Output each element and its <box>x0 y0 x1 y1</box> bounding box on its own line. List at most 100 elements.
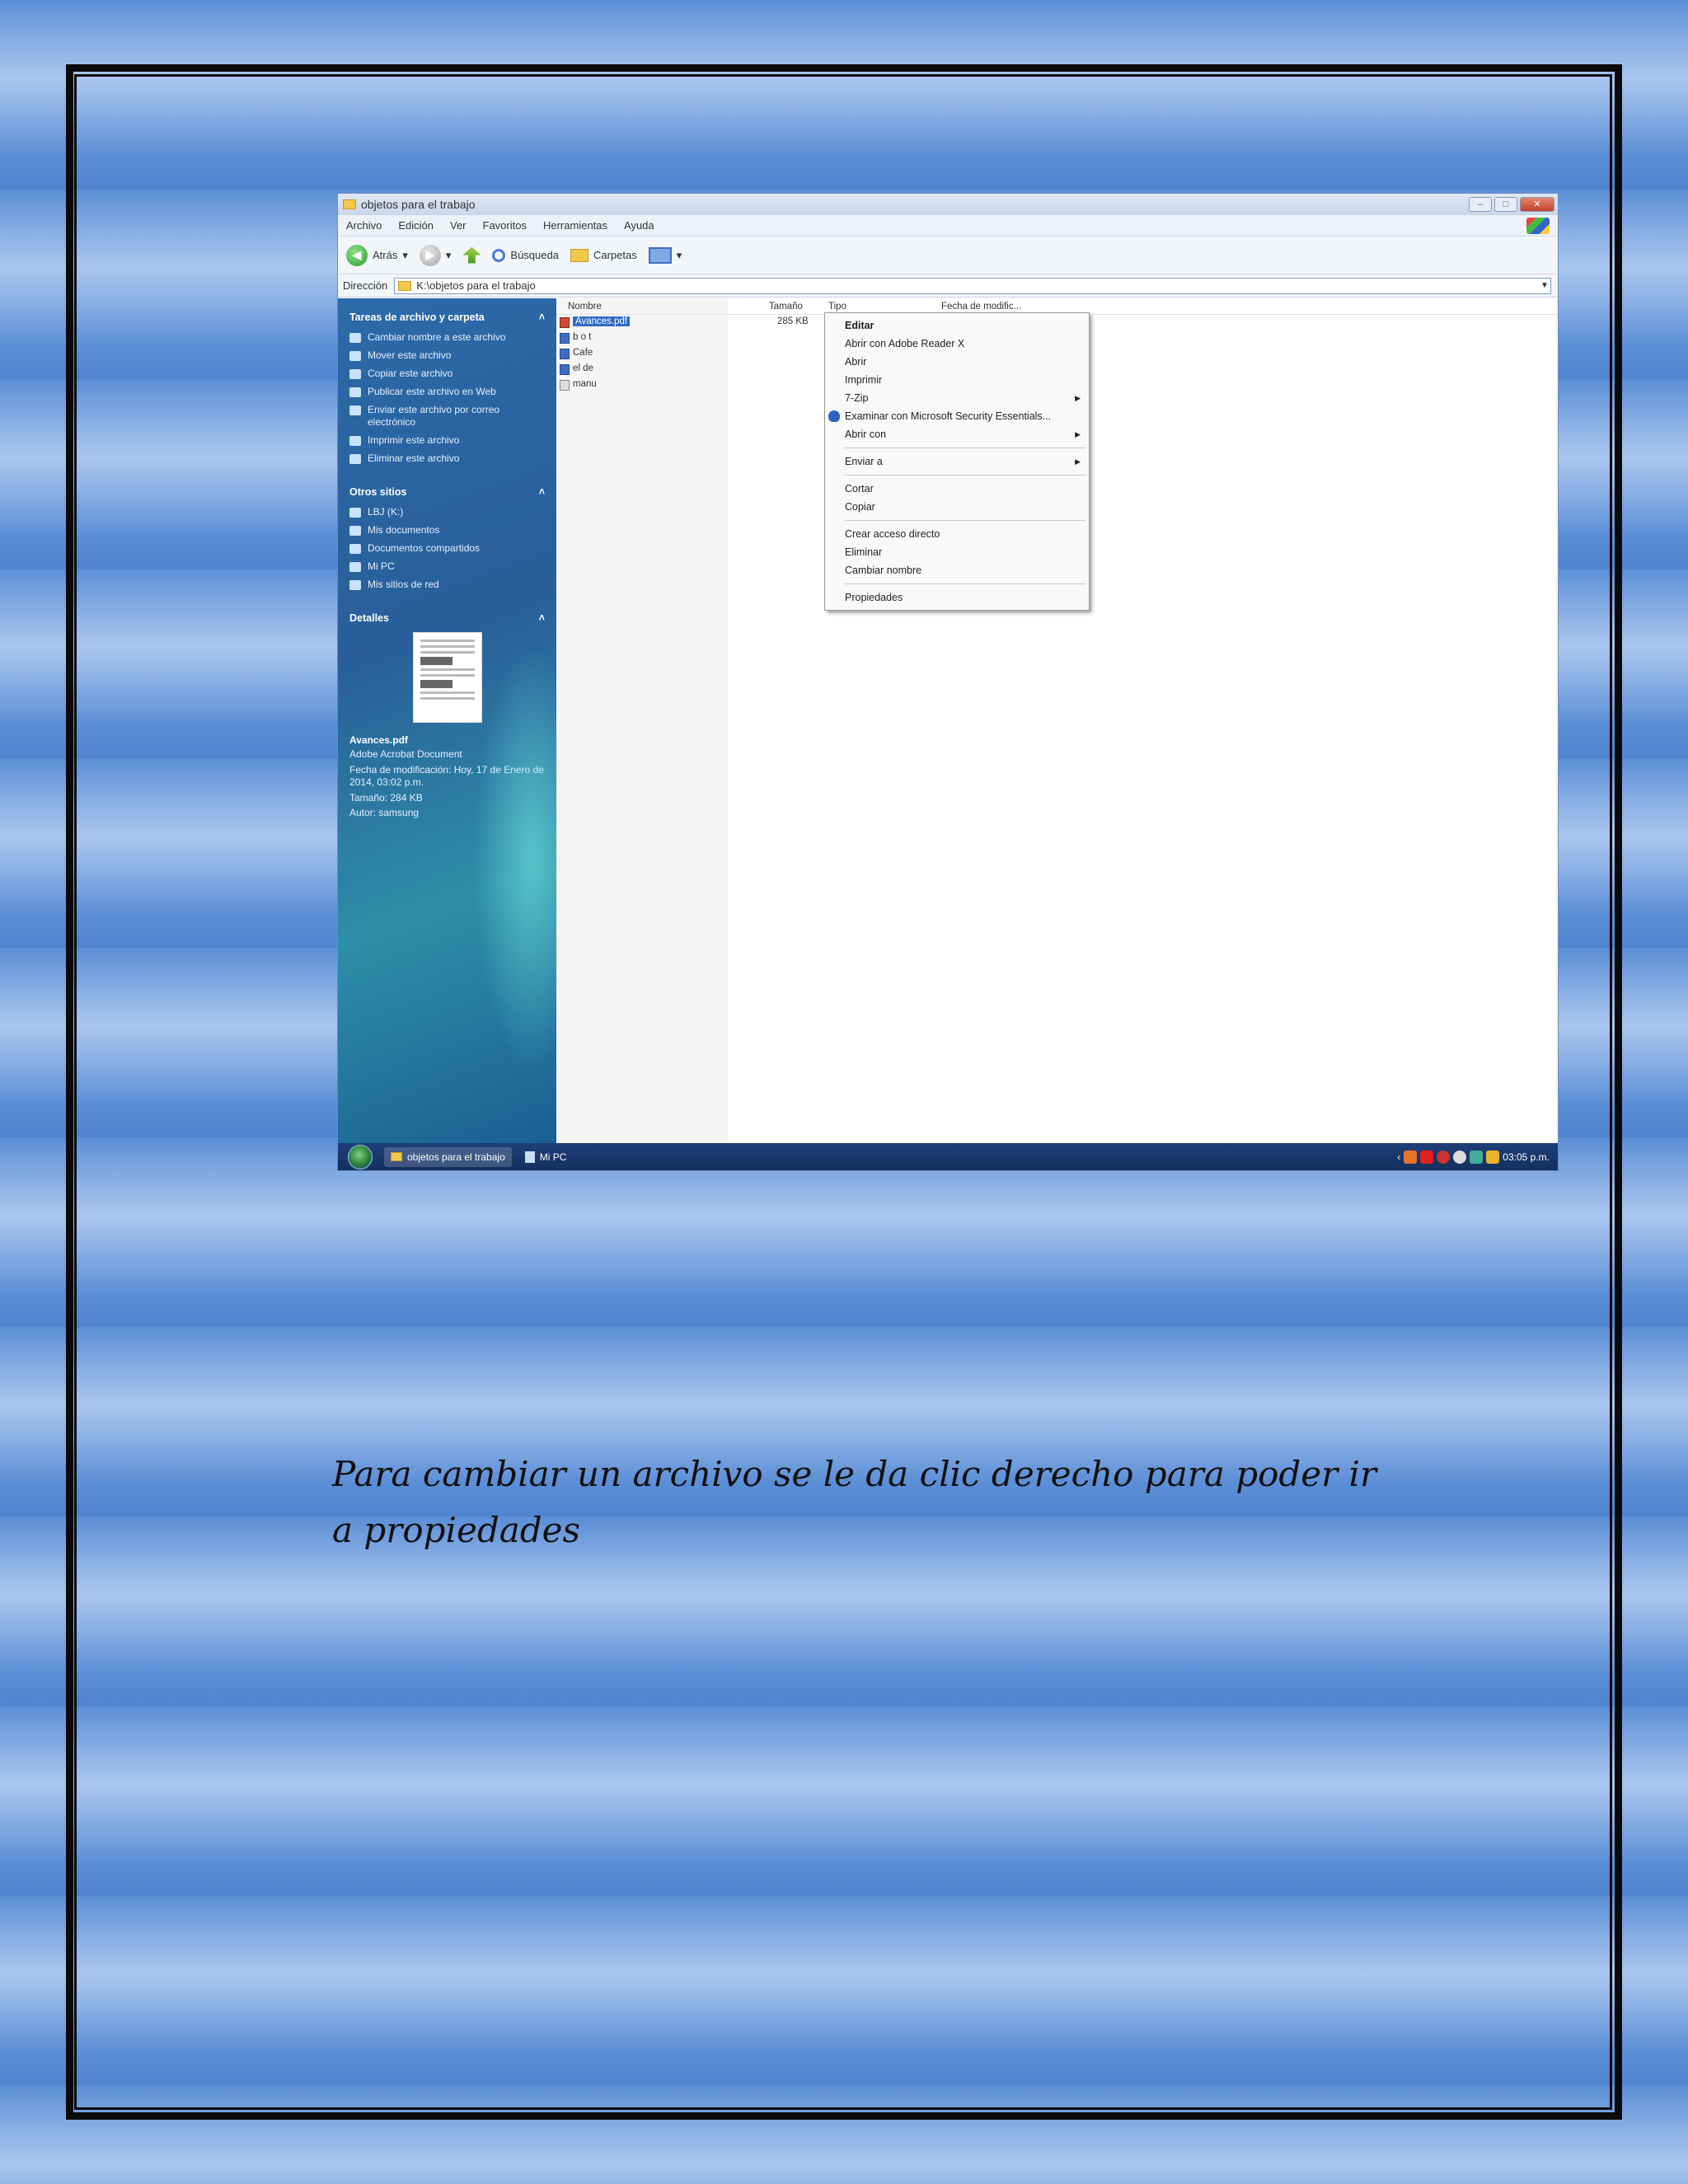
tray-flag-icon[interactable] <box>1420 1150 1434 1164</box>
menu-herramientas[interactable]: Herramientas <box>543 219 607 232</box>
task-print[interactable]: Imprimir este archivo <box>349 434 545 447</box>
menu-ayuda[interactable]: Ayuda <box>624 219 654 232</box>
places-section-header[interactable]: Otros sitios ˄ <box>349 486 545 498</box>
back-button[interactable]: ◀ Atrás ▾ <box>346 244 408 266</box>
context-menu-item-label: Abrir con <box>845 429 887 440</box>
tray-expand-icon[interactable]: ‹ <box>1397 1151 1400 1163</box>
submenu-arrow-icon: ▶ <box>1075 429 1081 438</box>
file-name: Cafe <box>573 348 593 358</box>
context-menu-item[interactable]: Editar <box>825 316 1089 335</box>
header-type[interactable]: Tipo <box>828 302 846 312</box>
context-menu-item[interactable]: Abrir con Adobe Reader X <box>825 335 1089 353</box>
forward-button[interactable]: ▶ ▾ <box>419 244 452 266</box>
forward-dropdown-icon[interactable]: ▾ <box>446 249 452 262</box>
file-icon <box>560 380 570 391</box>
taskbar-mypc-window[interactable]: Mi PC <box>518 1147 574 1167</box>
address-dropdown-icon[interactable]: ▼ <box>1539 281 1550 290</box>
start-button[interactable] <box>348 1144 373 1169</box>
folders-icon <box>570 248 588 262</box>
place-my-documents[interactable]: Mis documentos <box>349 524 545 537</box>
tray-volume-icon[interactable] <box>1470 1150 1484 1164</box>
context-menu-item[interactable]: Cortar <box>825 480 1089 498</box>
header-date[interactable]: Fecha de modific... <box>941 302 1021 312</box>
close-button[interactable]: ✕ <box>1520 197 1554 212</box>
context-menu-item[interactable]: Copiar <box>825 498 1089 516</box>
task-label: Publicar este archivo en Web <box>368 386 496 397</box>
details-section-header[interactable]: Detalles ˄ <box>349 612 545 624</box>
place-shared-documents[interactable]: Documentos compartidos <box>349 542 545 555</box>
submenu-arrow-icon: ▶ <box>1075 393 1081 402</box>
context-menu-item[interactable]: 7-Zip ▶ <box>825 389 1089 407</box>
forward-arrow-icon: ▶ <box>419 244 441 266</box>
address-bar: Dirección K:\objetos para el trabajo ▼ <box>338 274 1558 298</box>
context-menu-item[interactable]: Cambiar nombre <box>825 561 1089 579</box>
collapse-icon[interactable]: ˄ <box>539 612 545 624</box>
context-menu-item[interactable]: Crear acceso directo <box>825 525 1089 543</box>
folders-button[interactable]: Carpetas <box>570 248 637 262</box>
file-icon <box>560 364 570 375</box>
context-menu-item-label: Examinar con Microsoft Security Essentia… <box>845 410 1052 422</box>
tray-security-icon[interactable] <box>1437 1150 1451 1164</box>
details-modified: Fecha de modificación: Hoy, 17 de Enero … <box>349 763 544 789</box>
address-field[interactable]: K:\objetos para el trabajo ▼ <box>394 277 1551 294</box>
context-menu-item[interactable]: Abrir <box>825 353 1089 371</box>
back-dropdown-icon[interactable]: ▾ <box>402 249 408 262</box>
taskbar-task-label: Mi PC <box>539 1151 567 1163</box>
place-label: Mis sitios de red <box>368 579 439 590</box>
collapse-icon[interactable]: ˄ <box>539 486 545 498</box>
place-network[interactable]: Mis sitios de red <box>349 579 545 591</box>
menu-edicion[interactable]: Edición <box>398 219 434 232</box>
header-name[interactable]: Nombre <box>568 302 602 312</box>
task-copy[interactable]: Copiar este archivo <box>349 368 545 380</box>
search-label: Búsqueda <box>510 249 559 261</box>
delete-icon <box>349 454 361 464</box>
shield-icon <box>828 410 840 422</box>
file-size: 285 KB <box>777 316 809 326</box>
task-delete[interactable]: Eliminar este archivo <box>349 452 545 465</box>
task-email[interactable]: Enviar este archivo por correo electróni… <box>349 404 545 429</box>
places-section-title: Otros sitios <box>349 486 407 498</box>
context-menu-item-label: 7-Zip <box>845 392 869 404</box>
network-icon <box>349 580 361 590</box>
file-name: manu <box>573 379 597 389</box>
up-folder-icon[interactable] <box>462 246 481 264</box>
details-type: Adobe Acrobat Document <box>349 748 462 760</box>
context-menu-item-label: Cortar <box>845 483 874 494</box>
place-drive[interactable]: LBJ (K:) <box>349 506 545 518</box>
place-my-pc[interactable]: Mi PC <box>349 560 545 573</box>
tasks-list: Cambiar nombre a este archivo Mover este… <box>349 331 545 465</box>
context-menu-item[interactable]: Propiedades <box>825 588 1089 607</box>
clock[interactable]: 03:05 p.m. <box>1503 1151 1550 1163</box>
computer-icon <box>524 1151 535 1163</box>
search-button[interactable]: Búsqueda <box>492 248 559 262</box>
file-name: el de <box>573 363 593 373</box>
taskbar-explorer-window[interactable]: objetos para el trabajo <box>384 1146 512 1167</box>
task-label: Eliminar este archivo <box>368 452 460 464</box>
collapse-icon[interactable]: ˄ <box>539 312 545 323</box>
menu-archivo[interactable]: Archivo <box>346 219 382 232</box>
minimize-button[interactable]: – <box>1469 197 1492 212</box>
task-pane: Tareas de archivo y carpeta ˄ Cambiar no… <box>338 298 556 1143</box>
menu-ver[interactable]: Ver <box>450 219 467 232</box>
back-label: Atrás <box>373 249 398 261</box>
maximize-button[interactable]: □ <box>1494 197 1517 212</box>
context-menu-item[interactable]: Abrir con ▶ <box>825 425 1089 443</box>
views-button[interactable]: ▾ <box>648 246 682 264</box>
task-rename[interactable]: Cambiar nombre a este archivo <box>349 331 545 344</box>
context-menu-item[interactable]: Enviar a ▶ <box>825 452 1089 471</box>
menu-favoritos[interactable]: Favoritos <box>483 219 527 232</box>
tray-network-icon[interactable] <box>1453 1150 1467 1164</box>
tray-app-icon[interactable] <box>1404 1150 1418 1164</box>
caption-text: Para cambiar un archivo se le da clic de… <box>332 1454 1377 1550</box>
file-thumbnail <box>412 632 482 723</box>
task-move[interactable]: Mover este archivo <box>349 349 545 362</box>
context-menu-item[interactable]: Eliminar <box>825 543 1089 561</box>
tray-usb-icon[interactable] <box>1486 1150 1500 1164</box>
task-publish-web[interactable]: Publicar este archivo en Web <box>349 386 545 398</box>
tasks-section-header[interactable]: Tareas de archivo y carpeta ˄ <box>349 312 545 323</box>
context-menu-item[interactable]: Imprimir <box>825 371 1089 389</box>
address-value: K:\objetos para el trabajo <box>416 279 536 292</box>
back-arrow-icon: ◀ <box>346 244 368 266</box>
context-menu-item[interactable]: Examinar con Microsoft Security Essentia… <box>825 407 1089 425</box>
header-size[interactable]: Tamaño <box>769 302 803 312</box>
